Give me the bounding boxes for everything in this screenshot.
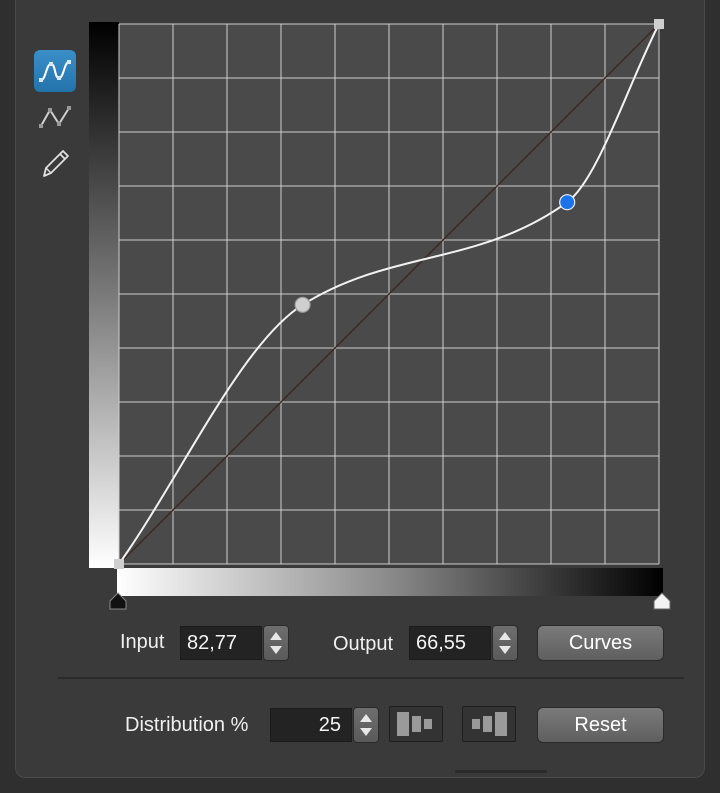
linear-curve-tool[interactable] xyxy=(34,96,76,138)
selected-control-point[interactable] xyxy=(559,194,576,211)
linear-curve-icon xyxy=(39,106,71,128)
control-point[interactable] xyxy=(114,559,124,569)
black-point-handle[interactable] xyxy=(108,592,128,610)
stepper-up-icon[interactable] xyxy=(270,632,282,640)
white-point-handle[interactable] xyxy=(652,592,672,610)
output-label: Output xyxy=(333,633,394,655)
distribute-left-icon xyxy=(397,712,432,736)
output-stepper[interactable] xyxy=(492,625,518,661)
input-stepper[interactable] xyxy=(263,625,289,661)
control-point[interactable] xyxy=(654,19,664,29)
pencil-icon xyxy=(43,150,69,177)
output-value-field[interactable]: 66,55 xyxy=(409,626,491,660)
distribution-value-field[interactable]: 25 xyxy=(270,708,352,742)
stepper-up-icon[interactable] xyxy=(499,632,511,640)
input-label: Input xyxy=(120,631,165,653)
curves-button[interactable]: Curves xyxy=(537,625,664,661)
distribute-right-icon xyxy=(472,712,507,736)
smooth-curve-icon xyxy=(39,60,71,82)
divider xyxy=(58,677,684,679)
input-value-field[interactable]: 82,77 xyxy=(180,626,262,660)
distribute-left-button[interactable] xyxy=(389,706,443,742)
distribute-right-button[interactable] xyxy=(462,706,516,742)
control-point[interactable] xyxy=(294,296,311,313)
resize-grip[interactable] xyxy=(455,770,547,773)
smooth-curve-tool[interactable] xyxy=(34,50,76,92)
stepper-down-icon[interactable] xyxy=(499,646,511,654)
curve-graph[interactable] xyxy=(110,15,670,575)
pencil-tool[interactable] xyxy=(34,142,76,184)
stepper-down-icon[interactable] xyxy=(360,728,372,736)
distribution-label: Distribution % xyxy=(125,714,249,736)
distribution-stepper[interactable] xyxy=(353,707,379,743)
stepper-down-icon[interactable] xyxy=(270,646,282,654)
stepper-up-icon[interactable] xyxy=(360,714,372,722)
reset-button[interactable]: Reset xyxy=(537,707,664,743)
